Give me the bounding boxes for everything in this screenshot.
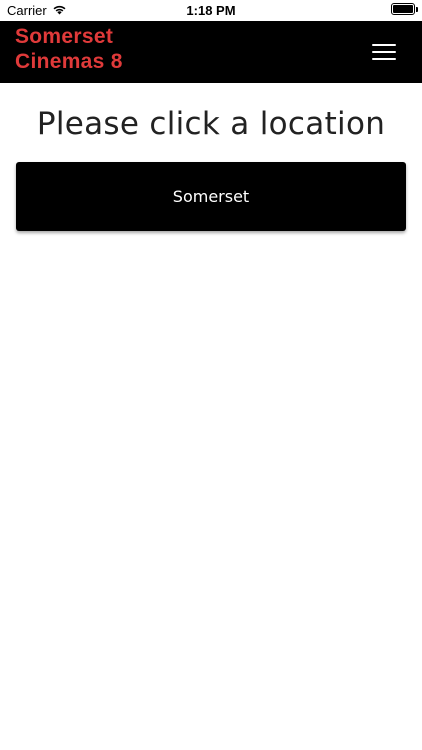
location-button-somerset[interactable]: Somerset [16, 162, 406, 231]
status-right [391, 3, 418, 15]
nav-bar: Somerset Cinemas 8 [0, 21, 422, 83]
page-title: Please click a location [36, 106, 386, 142]
menu-bar [372, 51, 396, 53]
menu-bar [372, 44, 396, 46]
brand-logo[interactable]: Somerset Cinemas 8 [15, 24, 123, 74]
battery-cap [416, 7, 418, 12]
battery-fill [393, 5, 413, 13]
status-bar: Carrier 1:18 PM [0, 0, 422, 21]
hamburger-menu-icon[interactable] [372, 42, 396, 61]
brand-line-1: Somerset [15, 25, 114, 48]
menu-bar [372, 58, 396, 60]
battery-icon [391, 3, 418, 15]
status-time: 1:18 PM [186, 3, 236, 18]
brand-line-2: Cinemas 8 [15, 50, 123, 73]
